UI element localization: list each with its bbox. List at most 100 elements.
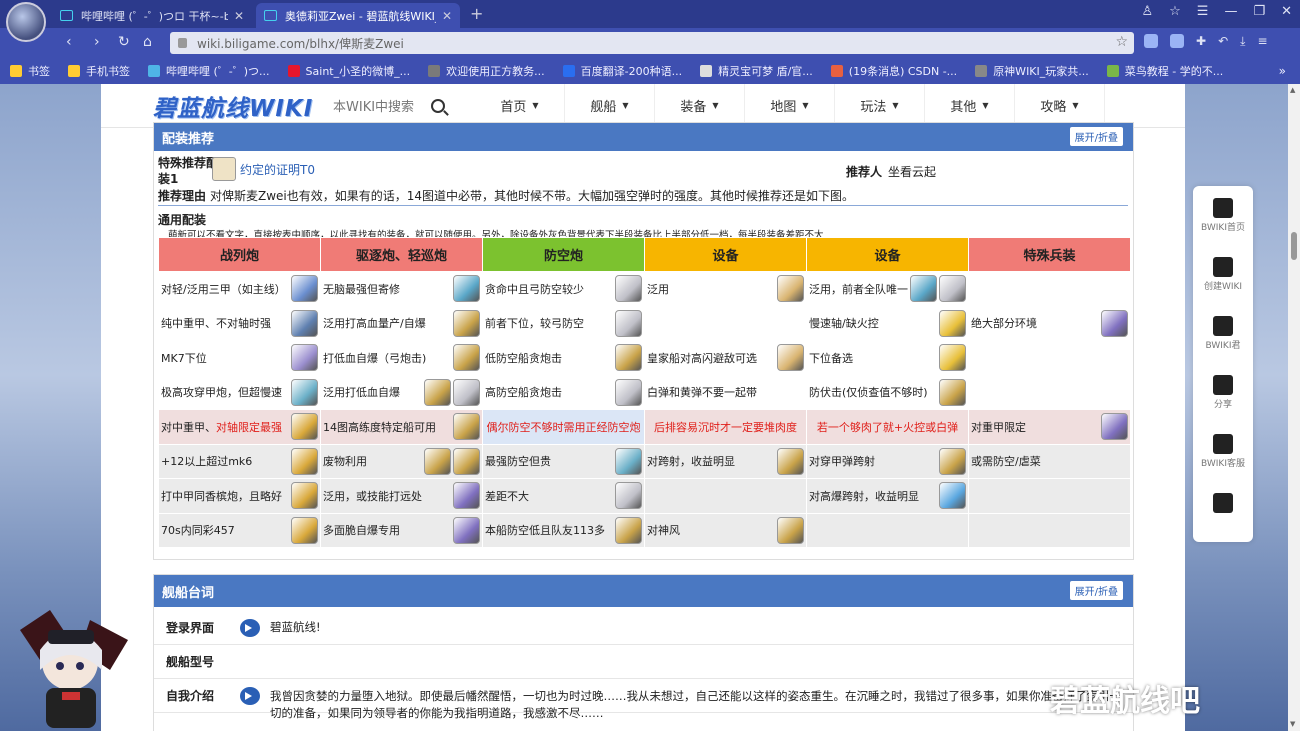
equipment-icon[interactable]: [777, 344, 804, 372]
equipment-icon[interactable]: [939, 275, 966, 303]
equipment-icon[interactable]: [615, 309, 642, 337]
forward-icon[interactable]: ›: [94, 34, 100, 50]
close-icon[interactable]: ✕: [442, 9, 452, 23]
home-icon[interactable]: ⌂: [143, 34, 152, 50]
equipment-icon[interactable]: [615, 344, 642, 372]
back-icon[interactable]: ‹: [66, 34, 72, 50]
equipment-icon[interactable]: [1101, 413, 1128, 441]
menu-item[interactable]: 装备 ▼: [655, 84, 745, 128]
bookmark-star-icon[interactable]: ☆: [1115, 34, 1128, 50]
url-field[interactable]: wiki.biligame.com/blhx/俾斯麦Zwei ☆: [170, 32, 1134, 54]
menu-item[interactable]: 地图 ▼: [745, 84, 835, 128]
sidebar-item[interactable]: BWIKI首页: [1193, 198, 1253, 233]
menu-item[interactable]: 其他 ▼: [925, 84, 1015, 128]
sidebar-item[interactable]: BWIKI君: [1193, 316, 1253, 351]
play-voice-icon[interactable]: [240, 618, 260, 637]
equipment-icon[interactable]: [777, 447, 804, 475]
equipment-icon[interactable]: [453, 344, 480, 372]
equipment-icon[interactable]: [453, 378, 480, 406]
line-text: 我曾因贪婪的力量堕入地狱。即使最后幡然醒悟，一切也为时过晚……我从未想过，自己还…: [270, 688, 1121, 720]
minimize-icon[interactable]: —: [1224, 4, 1237, 19]
sidebar-item[interactable]: 创建WIKI: [1193, 257, 1253, 292]
tab-bilibili[interactable]: 哔哩哔哩 (゜-゜)つロ 干杯~-bilibili ✕: [52, 3, 252, 28]
equipment-icon[interactable]: [291, 516, 318, 544]
maximize-icon[interactable]: ❐: [1253, 4, 1265, 19]
menu-item[interactable]: 舰船 ▼: [565, 84, 655, 128]
browser-avatar[interactable]: [6, 2, 46, 42]
menu-item[interactable]: 攻略 ▼: [1015, 84, 1105, 128]
collection-icon[interactable]: ☆: [1169, 4, 1181, 19]
equipment-icon[interactable]: [615, 378, 642, 406]
tab-wiki[interactable]: 奥德莉亚Zwei - 碧蓝航线WIKI_BWIKI_哔哩哔哩 ✕: [256, 3, 460, 28]
equipment-icon[interactable]: [910, 275, 937, 303]
equipment-icon[interactable]: [777, 275, 804, 303]
bookmark-item[interactable]: 原神WIKI_玩家共...: [975, 63, 1089, 79]
equipment-icon[interactable]: [615, 275, 642, 303]
bookmark-item[interactable]: 手机书签: [68, 63, 130, 79]
equipment-icon[interactable]: [453, 482, 480, 510]
sidebar-item[interactable]: [1193, 493, 1253, 515]
bookmark-item[interactable]: 菜鸟教程 - 学的不...: [1106, 63, 1223, 79]
undo-icon[interactable]: ↶: [1218, 34, 1228, 49]
more-bookmarks-icon[interactable]: »: [1279, 64, 1286, 78]
equipment-icon[interactable]: [291, 275, 318, 303]
equipment-icon[interactable]: [291, 447, 318, 475]
sidebar-item[interactable]: 分享: [1193, 375, 1253, 410]
toggle-button[interactable]: 展开/折叠: [1069, 127, 1123, 146]
bookmark-item[interactable]: 欢迎使用正方教务...: [428, 63, 545, 79]
menu-item[interactable]: 首页 ▼: [475, 84, 565, 128]
equipment-icon[interactable]: [453, 447, 480, 475]
equipment-icon[interactable]: [453, 413, 480, 441]
equipment-icon[interactable]: [291, 413, 318, 441]
shield-icon[interactable]: [1144, 34, 1158, 48]
equipment-icon[interactable]: [939, 378, 966, 406]
menu-item[interactable]: 玩法 ▼: [835, 84, 925, 128]
equipment-icon[interactable]: [453, 309, 480, 337]
equipment-icon[interactable]: [453, 275, 480, 303]
equipment-icon[interactable]: [453, 516, 480, 544]
equipment-icon[interactable]: [615, 516, 642, 544]
equipment-icon[interactable]: [424, 447, 451, 475]
menu-icon[interactable]: ☰: [1197, 4, 1209, 19]
scroll-up-icon[interactable]: ▲: [1290, 86, 1295, 94]
puzzle-icon[interactable]: ✚: [1196, 34, 1206, 49]
bookmark-item[interactable]: 哔哩哔哩 (゜-゜)つ...: [148, 63, 270, 79]
bookmark-item[interactable]: 精灵宝可梦 盾/官...: [700, 63, 813, 79]
user-icon[interactable]: ♙: [1141, 4, 1153, 19]
equipment-icon[interactable]: [939, 344, 966, 372]
download-icon[interactable]: ⤓: [1240, 34, 1245, 49]
equipment-icon[interactable]: [939, 482, 966, 510]
bookmark-item[interactable]: 书签: [10, 63, 50, 79]
toggle-button[interactable]: 展开/折叠: [1069, 581, 1123, 600]
equipment-icon[interactable]: [291, 344, 318, 372]
equipment-icon[interactable]: [615, 447, 642, 475]
bookmark-item[interactable]: (19条消息) CSDN -...: [830, 63, 957, 79]
ring-item-icon[interactable]: [212, 157, 236, 181]
bookmark-item[interactable]: Saint_小圣的微博_...: [287, 63, 410, 79]
settings-icon[interactable]: ≡: [1257, 34, 1267, 49]
translate-icon[interactable]: [1170, 34, 1184, 48]
equipment-icon[interactable]: [291, 482, 318, 510]
equipment-icon[interactable]: [615, 482, 642, 510]
equipment-icon[interactable]: [1101, 309, 1128, 337]
close-window-icon[interactable]: ✕: [1281, 4, 1292, 19]
bookmark-item[interactable]: 百度翻译-200种语...: [562, 63, 682, 79]
new-tab-button[interactable]: +: [470, 4, 483, 23]
wiki-logo[interactable]: 碧蓝航线WIKI: [153, 89, 312, 123]
equipment-icon[interactable]: [424, 378, 451, 406]
close-icon[interactable]: ✕: [234, 9, 244, 23]
scroll-down-icon[interactable]: ▼: [1290, 720, 1295, 728]
equipment-icon[interactable]: [777, 516, 804, 544]
equipment-icon[interactable]: [291, 378, 318, 406]
search-icon[interactable]: [431, 98, 445, 113]
equipment-icon[interactable]: [291, 309, 318, 337]
sidebar-item[interactable]: BWIKI客服: [1193, 434, 1253, 469]
scroll-thumb[interactable]: [1291, 232, 1297, 260]
equipment-icon[interactable]: [939, 309, 966, 337]
equipment-icon[interactable]: [939, 447, 966, 475]
play-voice-icon[interactable]: [240, 686, 260, 705]
refresh-icon[interactable]: ↻: [118, 34, 130, 50]
special-item-link[interactable]: 约定的证明T0: [240, 161, 315, 178]
search-input[interactable]: 本WIKI中搜索: [333, 96, 425, 115]
scrollbar[interactable]: ▲ ▼: [1288, 84, 1300, 731]
